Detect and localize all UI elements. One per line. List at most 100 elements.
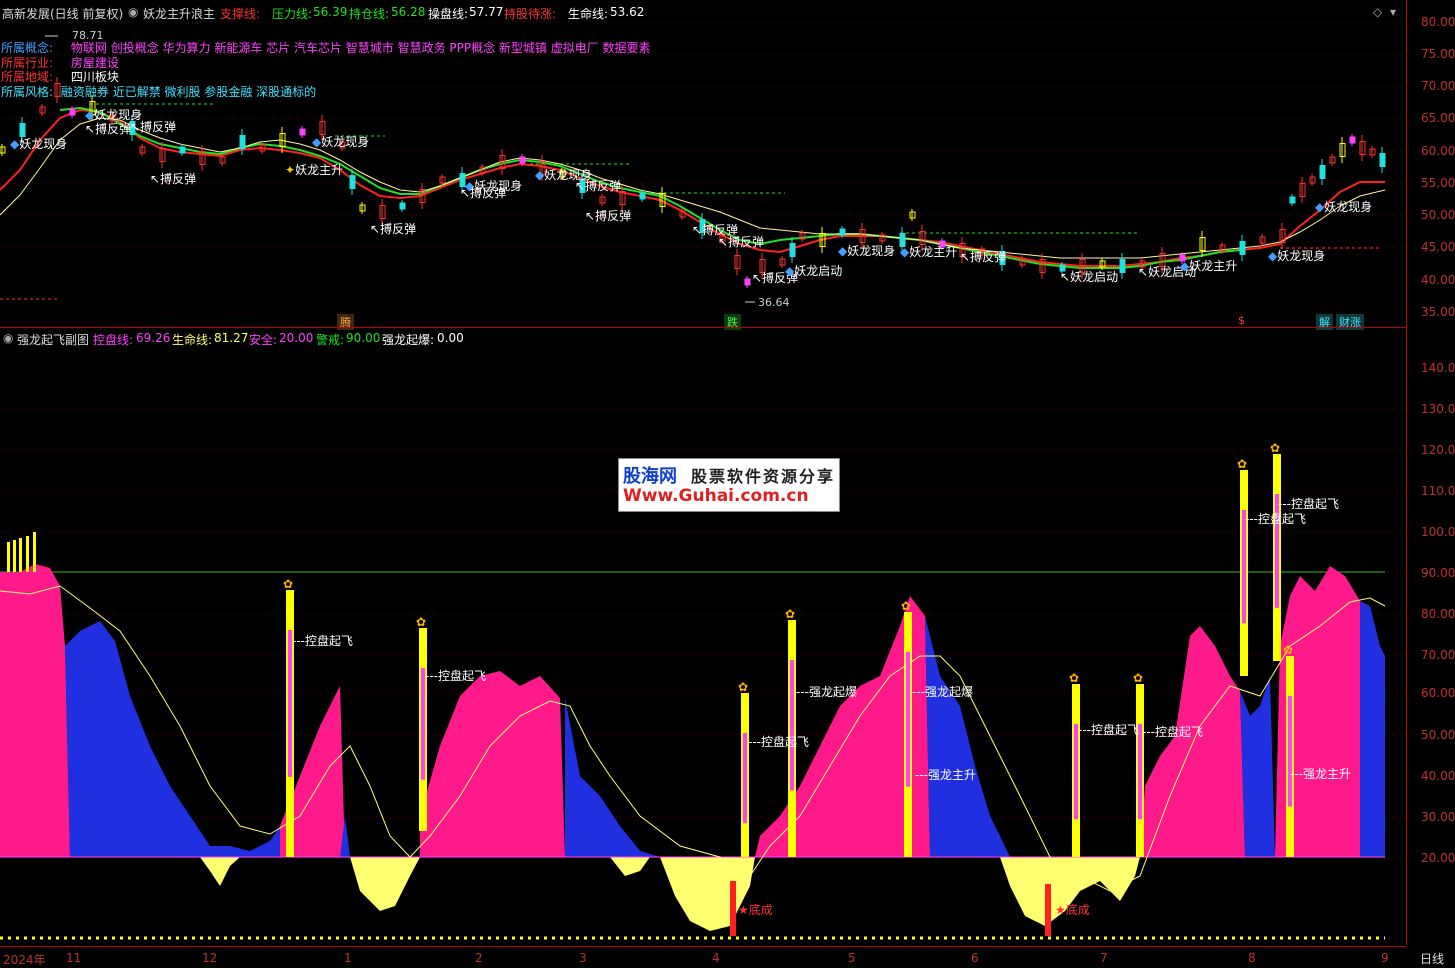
candle-body: [789, 243, 796, 257]
svg-text:↖搏反弹: ↖搏反弹: [460, 186, 506, 200]
svg-text:★底成: ★底成: [1055, 902, 1090, 917]
svg-text:↖搏反弹: ↖搏反弹: [150, 172, 196, 186]
butterfly-icon: ✿: [283, 577, 293, 591]
date-tick: 2024年: [3, 953, 46, 967]
sub-tick: 70.00: [1421, 648, 1455, 662]
sub-safe-value: 20.00: [279, 331, 314, 345]
svg-text:---强龙起爆: ---强龙起爆: [796, 685, 857, 699]
sub-tick: 90.00: [1421, 566, 1455, 580]
butterfly-icon: ✿: [1270, 441, 1280, 455]
bottom-signal-bar: [730, 881, 736, 936]
sub-tick: 80.00: [1421, 607, 1455, 621]
svg-text:◆妖龙现身: ◆妖龙现身: [312, 134, 369, 149]
signal-bar-core: [288, 630, 292, 777]
sub-tick: 130.0: [1421, 402, 1455, 416]
candle-body: [639, 192, 646, 200]
candle-body: [69, 108, 76, 116]
date-tick: 4: [712, 951, 720, 965]
date-tick: 3: [579, 951, 587, 965]
date-tick: 8: [1248, 951, 1256, 965]
sub-toggle-icon[interactable]: ◉: [3, 331, 13, 345]
period-button[interactable]: 日线: [1420, 950, 1444, 967]
signal-bar-core: [1288, 696, 1292, 807]
price-axis: 80.00 75.00 70.00 65.00 60.00 55.00 50.0…: [1406, 0, 1455, 945]
butterfly-icon: ✿: [416, 615, 426, 629]
svg-text:↖搏反弹: ↖搏反弹: [575, 179, 621, 193]
candle-body: [299, 128, 306, 136]
sub-ctrl-value: 69.26: [136, 331, 171, 345]
watermark-tagline: 股票软件资源分享: [691, 467, 836, 486]
candle-body: [1319, 165, 1326, 179]
butterfly-icon: ✿: [1133, 671, 1143, 685]
date-tag-3[interactable]: $: [1235, 314, 1248, 327]
date-tick: 6: [971, 951, 979, 965]
candle-body: [1119, 259, 1126, 273]
svg-text:✦妖龙主升: ✦妖龙主升: [285, 163, 343, 177]
candle-body: [1349, 136, 1356, 144]
svg-text:↖搏反弹: ↖搏反弹: [960, 250, 1006, 264]
sub-tick: 140.0: [1421, 361, 1455, 375]
signal-bar-core: [421, 668, 425, 780]
butterfly-icon: ✿: [738, 680, 748, 694]
signal-bar-core: [743, 733, 747, 824]
magenta-area: [0, 564, 70, 857]
ma-green-line: [59, 106, 1241, 269]
candle-body: [519, 156, 526, 164]
date-axis: 2024年 11 12 1 2 3 4 5 6 7 8 9: [0, 946, 1406, 967]
signal-bar-core: [1242, 510, 1246, 624]
candle-body: [1239, 241, 1246, 255]
signal-bar-core: [906, 652, 910, 787]
svg-text:↖搏反弹: ↖搏反弹: [718, 235, 764, 249]
bottom-signal-bar: [1045, 884, 1051, 936]
svg-text:↖搏反弹: ↖搏反弹: [370, 222, 416, 236]
candle-body: [399, 202, 406, 210]
svg-text:◆妖龙现身: ◆妖龙现身: [838, 243, 895, 258]
sub-chart[interactable]: ✿ ✿ ✿ ✿ ✿ ✿ ✿ ✿ ✿ ✿ ---控盘起飞 ---控盘起飞 ---控盘起飞 ---强龙…: [0, 346, 1406, 946]
blue-area: [65, 621, 280, 857]
sub-tick: 120.0: [1421, 443, 1455, 457]
date-tick: 1: [344, 951, 352, 965]
svg-text:---控盘起飞: ---控盘起飞: [1278, 496, 1339, 511]
high-price-mark: 78.71: [72, 29, 104, 42]
svg-text:---控盘起飞: ---控盘起飞: [748, 734, 809, 749]
sub-tick: 20.00: [1421, 851, 1455, 865]
ma-red-line: [0, 108, 1385, 267]
price-tick: 60.00: [1421, 144, 1455, 158]
svg-text:◆妖龙现身: ◆妖龙现身: [1315, 199, 1372, 214]
watermark-url: Www.Guhai.com.cn: [623, 486, 809, 506]
sub-tick: 110.0: [1421, 484, 1455, 498]
svg-text:---强龙主升: ---强龙主升: [915, 768, 976, 782]
sub-warn-value: 90.00: [346, 331, 381, 345]
date-tick: 5: [848, 951, 856, 965]
price-tick: 65.00: [1421, 111, 1455, 125]
candle-body: [744, 278, 751, 286]
svg-text:◆妖龙主升: ◆妖龙主升: [900, 245, 957, 259]
svg-text:---控盘起飞: ---控盘起飞: [292, 633, 353, 648]
sub-tick: 100.0: [1421, 525, 1455, 539]
candle-body: [1289, 196, 1296, 204]
svg-text:★底成: ★底成: [738, 902, 773, 917]
price-tick: 70.00: [1421, 79, 1455, 93]
candle-body: [19, 123, 26, 137]
sub-burst-value: 0.00: [437, 331, 464, 345]
svg-text:---控盘起飞: ---控盘起飞: [1142, 724, 1203, 739]
price-tick: 50.00: [1421, 208, 1455, 222]
svg-text:↖妖龙启动: ↖妖龙启动: [1060, 270, 1118, 284]
butterfly-icon: ✿: [901, 599, 911, 613]
yellow-area: [200, 857, 240, 886]
price-tick: 75.00: [1421, 47, 1455, 61]
sub-tick: 50.00: [1421, 728, 1455, 742]
svg-text:↖搏反弹: ↖搏反弹: [85, 122, 131, 136]
svg-text:---控盘起飞: ---控盘起飞: [425, 668, 486, 683]
price-tick: 55.00: [1421, 176, 1455, 190]
pane-separator[interactable]: [0, 327, 1406, 328]
candle-body: [839, 228, 846, 236]
sub-chart-header: ◉ 强龙起飞副图 控盘线: 69.26 生命线: 81.27 安全: 20.00…: [0, 329, 1405, 347]
butterfly-icon: ✿: [1069, 671, 1079, 685]
ma-yellow-line: [0, 117, 1386, 259]
price-chart[interactable]: 78.71 36.64 ◆妖龙现身 ◆妖龙现身 ↖搏反弹 ↖搏反弹 ↖搏反弹 ✦…: [0, 0, 1406, 327]
date-tick: 7: [1100, 951, 1108, 965]
butterfly-icon: ✿: [1237, 457, 1247, 471]
candle-body: [349, 175, 356, 189]
butterfly-icon: ✿: [1283, 643, 1293, 657]
